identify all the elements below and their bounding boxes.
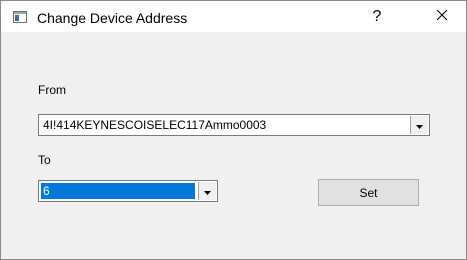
close-icon	[436, 9, 448, 24]
to-label: To	[38, 153, 51, 167]
help-label: ?	[372, 7, 382, 25]
chevron-down-icon	[204, 184, 211, 198]
from-device-select[interactable]: 4I!414KEYNESCOISELEC117Ammo0003	[38, 114, 430, 136]
title-bar[interactable]: Change Device Address ?	[1, 1, 466, 32]
help-button[interactable]: ?	[354, 1, 400, 32]
to-address-select[interactable]: 6	[38, 180, 218, 202]
window-title: Change Device Address	[37, 10, 188, 26]
to-address-value: 6	[41, 183, 195, 199]
from-device-value: 4I!414KEYNESCOISELEC117Ammo0003	[43, 118, 267, 132]
from-dropdown-button[interactable]	[410, 116, 428, 134]
window-app-icon	[13, 11, 27, 23]
change-device-address-dialog: Change Device Address ? From 4I!414KEYNE…	[0, 0, 467, 260]
close-button[interactable]	[419, 1, 465, 32]
to-dropdown-button[interactable]	[198, 182, 216, 200]
from-label: From	[38, 83, 66, 97]
set-button-label: Set	[359, 185, 378, 200]
set-button[interactable]: Set	[318, 179, 419, 206]
chevron-down-icon	[416, 118, 423, 132]
